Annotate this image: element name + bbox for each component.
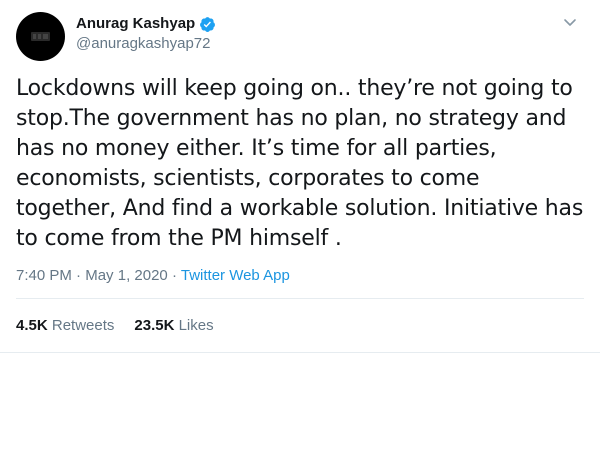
tweet-stats: 4.5K Retweets 23.5K Likes bbox=[16, 316, 214, 336]
likes-count: 23.5K bbox=[134, 317, 175, 334]
retweets-count: 4.5K bbox=[16, 317, 48, 334]
avatar-logo-icon bbox=[31, 32, 50, 41]
tweet-date[interactable]: May 1, 2020 bbox=[85, 267, 168, 284]
likes-label: Likes bbox=[178, 317, 214, 334]
tweet-card: Anurag Kashyap @anuragkashyap72 Lockdown… bbox=[0, 0, 600, 353]
tweet-time[interactable]: 7:40 PM bbox=[16, 267, 72, 284]
divider bbox=[16, 298, 584, 299]
name-row: Anurag Kashyap bbox=[76, 14, 216, 34]
avatar[interactable] bbox=[16, 12, 65, 61]
tweet-text: Lockdowns will keep going on.. they’re n… bbox=[16, 76, 584, 251]
divider bbox=[0, 352, 600, 353]
tweet-meta: 7:40 PM · May 1, 2020 · Twitter Web App bbox=[16, 266, 290, 286]
meta-separator: · bbox=[76, 267, 82, 284]
tweet-header: Anurag Kashyap @anuragkashyap72 bbox=[16, 12, 584, 62]
verified-badge-icon bbox=[200, 16, 216, 32]
tweet-source-link[interactable]: Twitter Web App bbox=[181, 267, 290, 284]
likes-stat[interactable]: 23.5K Likes bbox=[134, 316, 213, 336]
author-block: Anurag Kashyap @anuragkashyap72 bbox=[76, 14, 216, 54]
author-handle[interactable]: @anuragkashyap72 bbox=[76, 34, 216, 54]
chevron-down-icon[interactable] bbox=[562, 14, 578, 30]
meta-separator: · bbox=[171, 267, 177, 284]
retweets-label: Retweets bbox=[51, 317, 115, 334]
author-display-name[interactable]: Anurag Kashyap bbox=[76, 14, 195, 34]
retweets-stat[interactable]: 4.5K Retweets bbox=[16, 316, 114, 336]
